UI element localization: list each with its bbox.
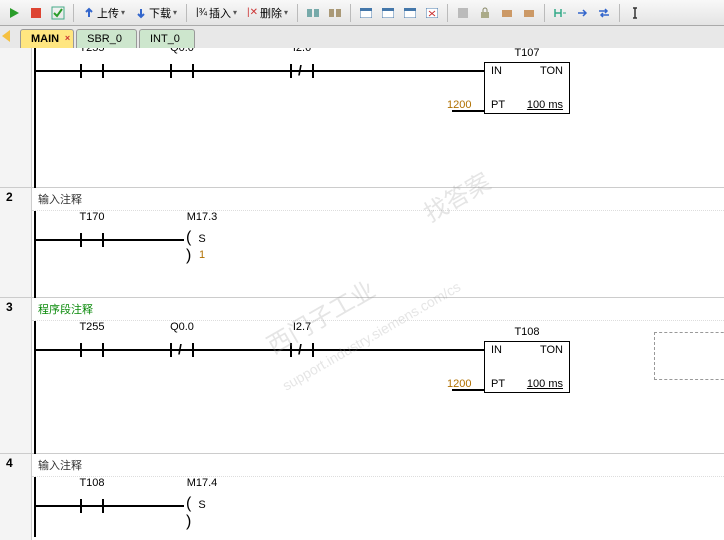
block1-icon[interactable] [303,3,323,23]
separator [186,4,187,22]
contact[interactable]: T255 [62,56,122,86]
separator [619,4,620,22]
run-icon[interactable] [4,3,24,23]
timer-block[interactable]: T107 INTON PT100 ms 1200 [484,62,570,114]
contact-nc[interactable]: Q0.0 / [152,335,212,365]
download-button[interactable]: 下载▾ [131,3,181,23]
ladder-rung[interactable]: T108 M17.4 ( ) S [32,477,724,537]
arrow-exchange-icon[interactable] [594,3,614,23]
ladder-editor[interactable]: T255 Q0.0 I2.6 / T107 INTON [0,48,724,540]
contact[interactable]: T170 [62,225,122,255]
drag-placeholder [654,332,724,380]
lock-icon[interactable] [475,3,495,23]
window2-icon[interactable] [378,3,398,23]
window3-icon[interactable] [400,3,420,23]
tab-sbr0[interactable]: SBR_0 [76,29,137,48]
separator [297,4,298,22]
close-icon[interactable]: × [65,33,70,43]
coil-set[interactable]: M17.4 ( ) S [172,491,232,521]
left-rail [34,48,36,188]
tab-main[interactable]: MAIN× [20,29,74,48]
delete-button[interactable]: |✕删除▾ [243,3,292,23]
network-comment[interactable]: 输入注释 [32,454,724,477]
separator [544,4,545,22]
network-comment[interactable]: 程序段注释 [32,298,724,321]
window-close-icon[interactable] [422,3,442,23]
network-row: 2 输入注释 T170 M17.3 ( ) S 1 [0,188,724,298]
gutter: 3 [0,298,32,453]
stop-icon[interactable] [26,3,46,23]
tool3-icon[interactable] [519,3,539,23]
upload-button[interactable]: 上传▾ [79,3,129,23]
ladder-rung[interactable]: T170 M17.3 ( ) S 1 [32,211,724,299]
tab-int0[interactable]: INT_0 [139,29,195,48]
arrow-right-icon[interactable] [572,3,592,23]
network-row: T255 Q0.0 I2.6 / T107 INTON [0,48,724,188]
network-row: 3 程序段注释 T255 Q0.0 / I2.7 / T10 [0,298,724,454]
line-v-icon[interactable] [625,3,645,23]
ladder-rung[interactable]: T255 Q0.0 / I2.7 / T108 INTON PT100 ms 1… [32,321,724,461]
branch-icon[interactable] [550,3,570,23]
contact-nc[interactable]: I2.6 / [272,56,332,86]
network-comment[interactable]: 输入注释 [32,188,724,211]
window1-icon[interactable] [356,3,376,23]
gutter: 2 [0,188,32,297]
tool2-icon[interactable] [497,3,517,23]
coil-set[interactable]: M17.3 ( ) S 1 [172,225,232,255]
main-toolbar: 上传▾ 下载▾ |¾插入▾ |✕删除▾ [0,0,724,26]
insert-button[interactable]: |¾插入▾ [192,3,241,23]
contact-nc[interactable]: I2.7 / [272,335,332,365]
left-rail [34,321,36,461]
left-rail [34,211,36,299]
ladder-rung[interactable]: T255 Q0.0 I2.6 / T107 INTON [32,48,724,188]
tab-bar: MAIN× SBR_0 INT_0 [0,26,724,48]
separator [73,4,74,22]
contact[interactable]: Q0.0 [152,56,212,86]
contact[interactable]: T108 [62,491,122,521]
left-rail [34,477,36,537]
gutter [0,48,32,187]
separator [350,4,351,22]
block2-icon[interactable] [325,3,345,23]
gutter: 4 [0,454,32,540]
timer-block[interactable]: T108 INTON PT100 ms 1200 [484,341,570,393]
separator [447,4,448,22]
contact[interactable]: T255 [62,335,122,365]
tool1-icon[interactable] [453,3,473,23]
check-icon[interactable] [48,3,68,23]
network-row: 4 输入注释 T108 M17.4 ( ) S [0,454,724,540]
